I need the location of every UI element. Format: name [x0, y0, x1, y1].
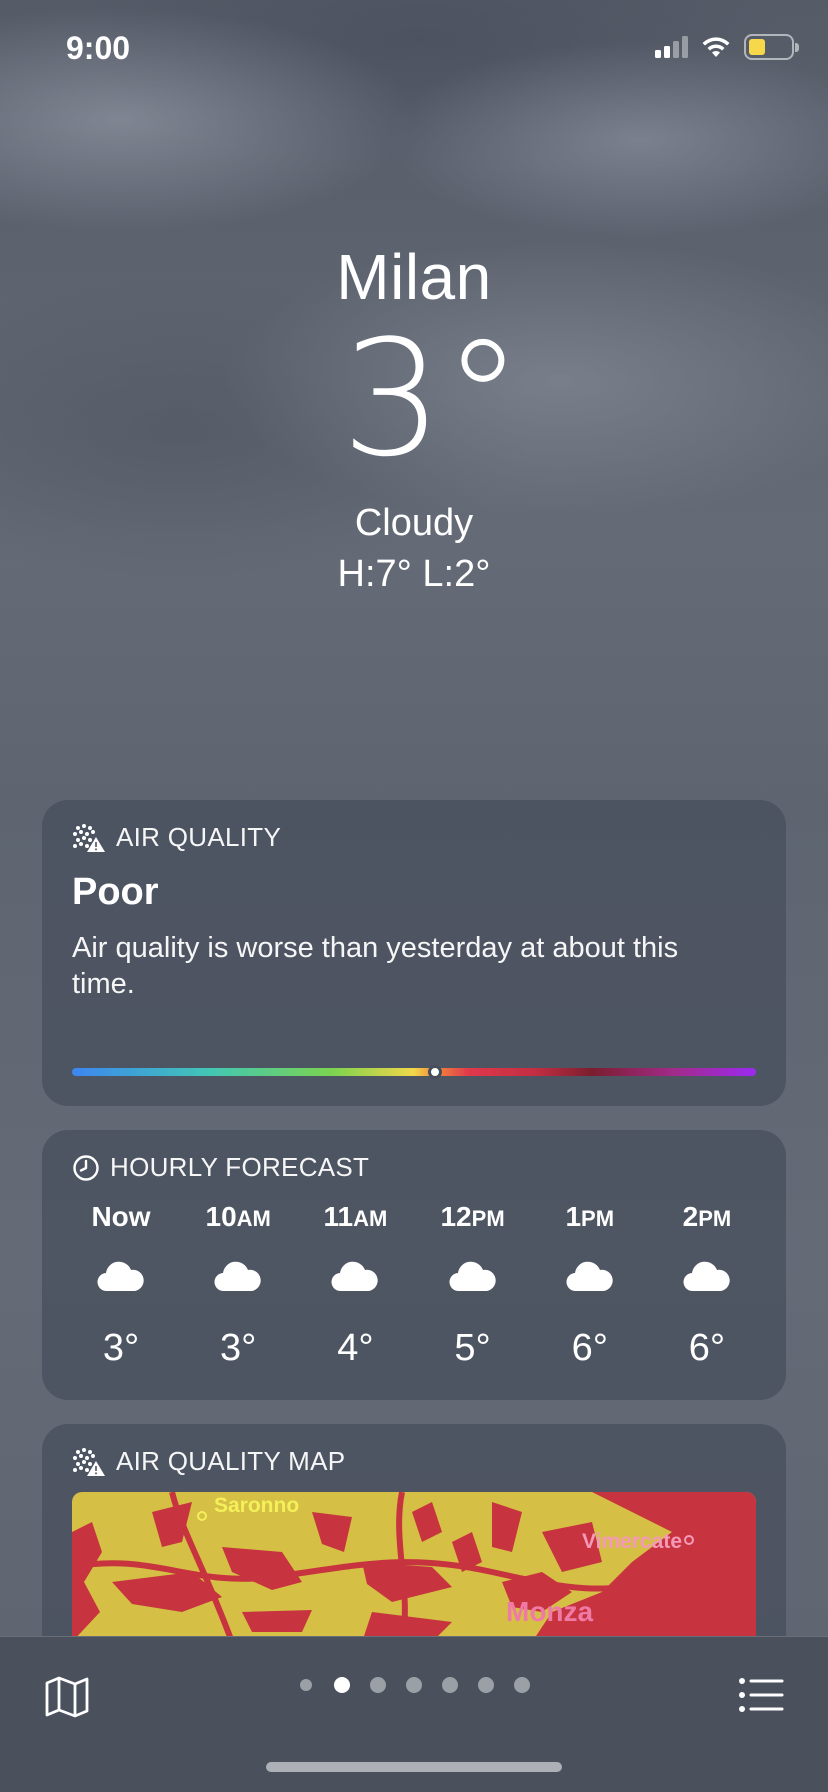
current-temperature: 3° — [341, 305, 523, 492]
air-quality-icon — [73, 1447, 105, 1476]
cloud-icon — [683, 1261, 731, 1301]
cloud-icon — [214, 1261, 262, 1301]
page-dot[interactable] — [442, 1677, 458, 1693]
hour-time: 2PM — [682, 1201, 732, 1232]
location-arrow-dot[interactable] — [298, 1677, 314, 1693]
page-dot[interactable] — [478, 1677, 494, 1693]
air-quality-map-title: AIR QUALITY MAP — [116, 1446, 346, 1476]
page-dot[interactable] — [370, 1677, 386, 1693]
cloud-icon — [566, 1261, 614, 1301]
cloud-icon — [97, 1261, 145, 1301]
hour-item: 10AM 3° — [193, 1201, 283, 1370]
hour-temperature: 3° — [102, 1327, 140, 1369]
hour-item: 2PM 6° — [662, 1201, 752, 1370]
page-indicator[interactable] — [0, 1677, 828, 1693]
air-quality-card[interactable]: AIR QUALITY Poor Air quality is worse th… — [42, 800, 786, 1106]
hour-temperature: 6° — [688, 1327, 726, 1369]
hour-time: 1PM — [565, 1201, 615, 1232]
page-dot[interactable] — [514, 1677, 530, 1693]
hourly-forecast-list: Now 3° 10AM 3° 11AM 4° 12PM 5° 1PM 6° 2P… — [72, 1201, 756, 1370]
high-low-temperature: H:7° L:2° — [337, 553, 491, 595]
hour-temperature: 5° — [454, 1327, 491, 1369]
map-label-vimercate: Vimercate — [582, 1530, 683, 1553]
weather-condition: Cloudy — [354, 502, 474, 544]
page-dot-active[interactable] — [334, 1677, 350, 1693]
battery-fill — [749, 39, 765, 55]
air-quality-title: AIR QUALITY — [116, 822, 282, 852]
cloud-icon — [449, 1261, 497, 1301]
air-quality-description: Air quality is worse than yesterday at a… — [72, 932, 679, 1000]
page-dot[interactable] — [406, 1677, 422, 1693]
cloud-icon — [331, 1261, 379, 1301]
hour-item: Now 3° — [76, 1201, 166, 1370]
hour-time: 11AM — [323, 1201, 388, 1232]
air-quality-card-header: AIR QUALITY — [72, 822, 756, 853]
cellular-signal-icon — [655, 36, 688, 58]
air-quality-icon — [73, 823, 105, 852]
wifi-icon — [702, 37, 730, 57]
hour-temperature: 4° — [337, 1327, 374, 1369]
hourly-forecast-card[interactable]: HOURLY FORECAST Now 3° 10AM 3° 11AM 4° 1… — [42, 1130, 786, 1400]
hour-temperature: 3° — [220, 1327, 257, 1369]
city-name: Milan — [336, 241, 492, 313]
clock-icon — [73, 1154, 99, 1181]
air-quality-scale — [72, 1065, 756, 1079]
hour-item: 11AM 4° — [310, 1201, 400, 1370]
hour-item: 1PM 6° — [545, 1201, 635, 1370]
map-label-saronno: Saronno — [214, 1494, 300, 1517]
map-label-monza: Monza — [506, 1596, 594, 1627]
status-icons — [655, 34, 799, 60]
hourly-forecast-title: HOURLY FORECAST — [110, 1152, 370, 1182]
status-time: 9:00 — [66, 30, 131, 66]
air-quality-map-card-header: AIR QUALITY MAP — [72, 1446, 756, 1477]
hour-time: Now — [91, 1201, 151, 1232]
hour-time: 10AM — [205, 1201, 271, 1232]
list-icon — [739, 1678, 784, 1712]
air-quality-level: Poor — [72, 871, 159, 913]
air-quality-map-overlay — [72, 1492, 756, 1642]
current-weather-header: Milan 3° Cloudy H:7° L:2° — [0, 240, 828, 596]
air-quality-map[interactable]: Saronno Vimercate Monza — [72, 1492, 756, 1642]
hour-temperature: 6° — [571, 1327, 608, 1369]
air-quality-marker — [427, 1065, 442, 1079]
hourly-forecast-card-header: HOURLY FORECAST — [72, 1152, 756, 1183]
location-list-button[interactable] — [738, 1677, 784, 1718]
hour-item: 12PM 5° — [428, 1201, 518, 1370]
battery-icon — [744, 34, 799, 60]
home-indicator[interactable] — [266, 1762, 562, 1772]
hour-time: 12PM — [440, 1201, 505, 1232]
